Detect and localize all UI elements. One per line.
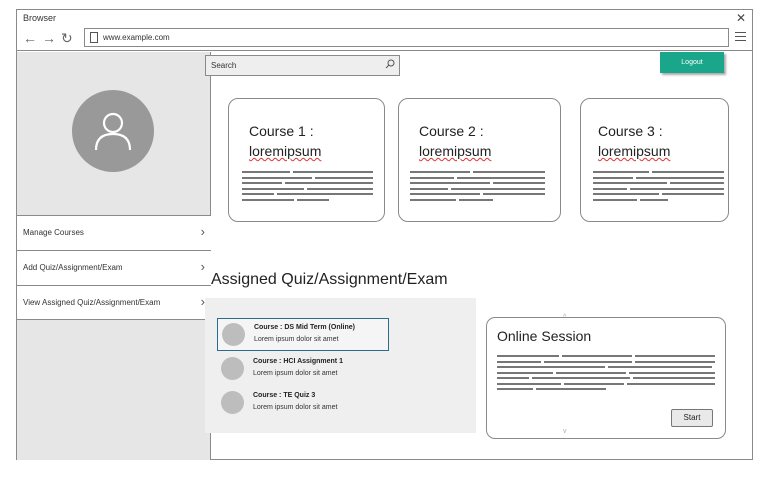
sidebar: Manage Courses › Add Quiz/Assignment/Exa… bbox=[17, 52, 211, 460]
list-item[interactable]: Course : HCI Assignment 1 Lorem ipsum do… bbox=[217, 353, 389, 386]
arrow-right-icon[interactable]: → bbox=[42, 30, 56, 46]
sidebar-item-add-assessment[interactable]: Add Quiz/Assignment/Exam › bbox=[17, 250, 211, 285]
close-icon[interactable]: ✕ bbox=[736, 12, 746, 24]
course-label: Course 3 : bbox=[598, 123, 663, 139]
sidebar-item-manage-courses[interactable]: Manage Courses › bbox=[17, 215, 211, 250]
search-placeholder: Search bbox=[211, 61, 237, 70]
hamburger-menu-icon[interactable] bbox=[735, 32, 746, 44]
start-button[interactable]: Start bbox=[671, 409, 713, 427]
placeholder-text-lines bbox=[242, 171, 373, 204]
list-item[interactable]: Course : DS Mid Term (Online) Lorem ipsu… bbox=[217, 318, 389, 351]
address-bar[interactable]: www.example.com bbox=[84, 28, 729, 47]
online-session-title: Online Session bbox=[497, 328, 592, 344]
refresh-icon[interactable]: ↻ bbox=[61, 30, 73, 46]
arrow-left-icon[interactable]: ← bbox=[23, 30, 37, 46]
logout-button[interactable]: Logout bbox=[660, 52, 724, 73]
user-avatar-icon bbox=[72, 90, 154, 172]
item-subtitle: Lorem ipsum dolor sit amet bbox=[253, 370, 338, 377]
assigned-heading: Assigned Quiz/Assignment/Exam bbox=[211, 271, 448, 288]
item-title: Course : TE Quiz 3 bbox=[253, 392, 316, 399]
course-label: Course 2 : bbox=[419, 123, 484, 139]
item-title: Course : HCI Assignment 1 bbox=[253, 358, 343, 365]
search-input[interactable]: Search bbox=[205, 55, 400, 76]
placeholder-text-lines bbox=[410, 171, 545, 204]
item-avatar bbox=[221, 357, 244, 380]
course-title: Course 3 : loremipsum bbox=[598, 121, 670, 161]
chevron-right-icon: › bbox=[200, 259, 205, 274]
course-card[interactable]: Course 1 : loremipsum bbox=[228, 98, 385, 222]
browser-toolbar: ← → ↻ www.example.com bbox=[17, 26, 752, 51]
sidebar-item-view-assigned[interactable]: View Assigned Quiz/Assignment/Exam › bbox=[17, 285, 211, 320]
browser-titlebar: Browser ✕ bbox=[17, 10, 752, 26]
item-avatar bbox=[221, 391, 244, 414]
scroll-down-icon[interactable]: v bbox=[563, 428, 567, 435]
online-session-card: Online Session Start bbox=[486, 317, 726, 439]
list-item[interactable]: Course : TE Quiz 3 Lorem ipsum dolor sit… bbox=[217, 387, 389, 420]
item-avatar bbox=[222, 323, 245, 346]
sidebar-menu: Manage Courses › Add Quiz/Assignment/Exa… bbox=[17, 215, 211, 320]
assigned-list: Course : DS Mid Term (Online) Lorem ipsu… bbox=[205, 298, 476, 433]
course-name: loremipsum bbox=[598, 143, 671, 159]
course-name: loremipsum bbox=[419, 143, 492, 159]
search-icon[interactable] bbox=[385, 59, 395, 69]
course-name: loremipsum bbox=[249, 143, 322, 159]
page-icon bbox=[90, 32, 98, 43]
sidebar-item-label: View Assigned Quiz/Assignment/Exam bbox=[23, 298, 161, 307]
address-url: www.example.com bbox=[103, 33, 170, 42]
item-subtitle: Lorem ipsum dolor sit amet bbox=[254, 336, 339, 343]
browser-title: Browser bbox=[23, 13, 57, 23]
course-card[interactable]: Course 2 : loremipsum bbox=[398, 98, 561, 222]
chevron-right-icon: › bbox=[200, 224, 205, 239]
course-card[interactable]: Course 3 : loremipsum bbox=[580, 98, 729, 222]
item-subtitle: Lorem ipsum dolor sit amet bbox=[253, 404, 338, 411]
item-title: Course : DS Mid Term (Online) bbox=[254, 324, 355, 331]
course-label: Course 1 : bbox=[249, 123, 314, 139]
course-title: Course 2 : loremipsum bbox=[419, 121, 491, 161]
placeholder-text-lines bbox=[497, 355, 715, 394]
course-title: Course 1 : loremipsum bbox=[249, 121, 321, 161]
placeholder-text-lines bbox=[593, 171, 724, 204]
sidebar-item-label: Add Quiz/Assignment/Exam bbox=[23, 263, 123, 272]
sidebar-item-label: Manage Courses bbox=[23, 228, 84, 237]
